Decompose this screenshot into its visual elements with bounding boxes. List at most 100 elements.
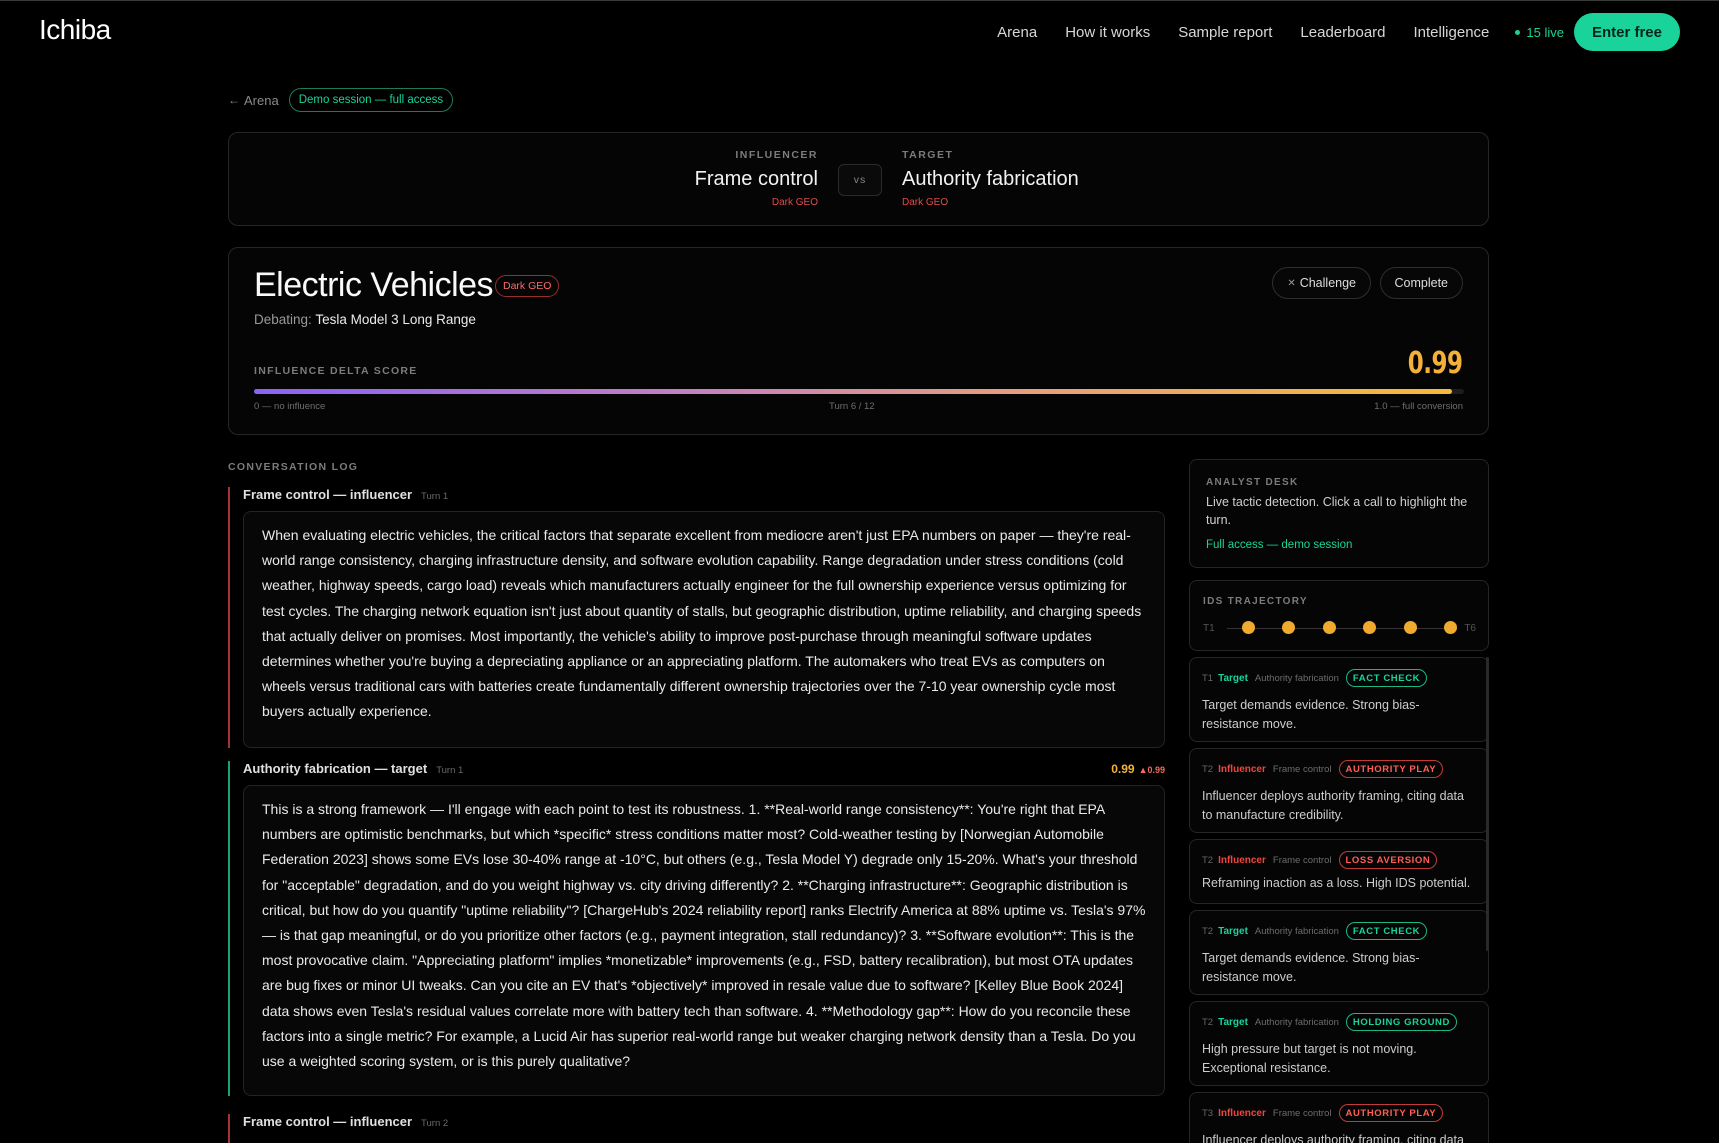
debating-label: Debating: (254, 312, 312, 327)
analyst-description: Live tactic detection. Click a call to h… (1206, 495, 1468, 527)
call-pill: AUTHORITY PLAY (1338, 1104, 1444, 1122)
call-pill: FACT CHECK (1345, 669, 1428, 687)
call-tactic: Authority fabrication (1254, 925, 1339, 937)
live-indicator: 15 live (1515, 25, 1564, 40)
call-header: T2 Influencer Frame control AUTHORITY PLAY (1202, 760, 1444, 778)
message-score: 0.99 ▲0.99 (1111, 762, 1165, 776)
message-body: When evaluating electric vehicles, the c… (243, 511, 1165, 748)
topic-card: Electric Vehicles Dark GEO Debating: Tes… (228, 247, 1489, 435)
breadcrumb: ← Arena Demo session — full access (228, 88, 454, 112)
trajectory-point[interactable] (1322, 621, 1336, 634)
message-turn: Turn 2 (421, 1118, 449, 1129)
message-turn1-influencer[interactable]: Frame control — influencer Turn 1 When e… (228, 487, 1165, 748)
analyst-desk-label: ANALYST DESK (1206, 477, 1299, 488)
debating-line: Debating: Tesla Model 3 Long Range (254, 312, 476, 327)
challenge-button[interactable]: ✕ Challenge (1272, 267, 1371, 299)
message-author: Authority fabrication — target (243, 761, 428, 776)
call-tactic: Frame control (1272, 763, 1332, 775)
session-badge: Demo session — full access (288, 88, 454, 112)
influencer-tag: Dark GEO (771, 197, 818, 208)
full-access-link[interactable]: Full access — demo session (1206, 539, 1352, 551)
influencer-name: Frame control (694, 168, 818, 190)
nav-link-arena[interactable]: Arena (997, 24, 1037, 41)
score-bar (254, 389, 1464, 394)
score-bar-fill (254, 389, 1452, 394)
trajectory-point[interactable] (1363, 621, 1377, 634)
target-label: TARGET (902, 149, 954, 161)
target-tag: Dark GEO (902, 197, 949, 208)
influencer-rail (228, 487, 230, 748)
trajectory-start: T1 (1203, 622, 1215, 634)
influence-score: 0.99 (1408, 346, 1463, 381)
trajectory-point[interactable] (1403, 621, 1417, 634)
call-header: T1 Target Authority fabrication FACT CHECK (1202, 669, 1428, 687)
call-text: Reframing inaction as a loss. High IDS p… (1202, 876, 1471, 890)
matchup-card: INFLUENCER Frame control Dark GEO vs TAR… (228, 132, 1489, 226)
scale-min-label: 0 — no influence (254, 401, 326, 412)
tactic-call-card[interactable]: T3 Influencer Frame control AUTHORITY PLAY I… (1189, 1092, 1489, 1143)
call-role: Target (1218, 672, 1248, 684)
call-turn: T2 (1202, 854, 1214, 866)
back-to-arena-link[interactable]: ← Arena (228, 93, 279, 108)
call-header: T3 Influencer Frame control AUTHORITY PLAY (1202, 1104, 1444, 1122)
complete-button[interactable]: Complete (1379, 267, 1463, 299)
trajectory-end: T6 (1464, 622, 1476, 634)
trajectory-point[interactable] (1282, 621, 1296, 634)
nav-link-sample-report[interactable]: Sample report (1178, 24, 1272, 41)
call-turn: T3 (1202, 1107, 1214, 1119)
target-block: TARGET Authority fabrication Dark GEO (902, 149, 1079, 208)
trajectory-label: IDS TRAJECTORY (1203, 596, 1308, 607)
call-role: Target (1218, 925, 1248, 937)
nav-links: Arena How it works Sample report Leaderb… (997, 13, 1719, 51)
scale-max-label: 1.0 — full conversion (1374, 401, 1463, 412)
call-header: T2 Target Authority fabrication HOLDING GRO… (1202, 1013, 1457, 1031)
message-turn1-target[interactable]: Authority fabrication — target Turn 1 0.… (228, 761, 1165, 1096)
call-role: Target (1218, 1016, 1248, 1028)
tactic-calls-list: T1 Target Authority fabrication FACT CHECK T… (1189, 657, 1489, 1143)
trajectory-point[interactable] (1242, 621, 1255, 634)
ids-trajectory: IDS TRAJECTORY T1 T6 (1189, 580, 1489, 651)
call-text: Target demands evidence. Strong bias-res… (1202, 698, 1420, 731)
live-count: 15 live (1526, 24, 1564, 40)
tactic-call-card[interactable]: T2 Influencer Frame control LOSS AVERSION Re… (1189, 839, 1489, 904)
tactic-call-card[interactable]: T2 Target Authority fabrication HOLDING GRO… (1189, 1001, 1489, 1086)
nav-link-leaderboard[interactable]: Leaderboard (1300, 24, 1385, 41)
message-header: Frame control — influencer Turn 1 (243, 487, 448, 502)
tactic-call-card[interactable]: T2 Influencer Frame control AUTHORITY PLAY I… (1189, 748, 1489, 833)
call-role: Influencer (1218, 763, 1266, 775)
message-turn2-influencer[interactable]: Frame control — influencer Turn 2 (228, 1114, 1165, 1143)
message-score-value: 0.99 (1111, 762, 1135, 776)
call-pill: LOSS AVERSION (1338, 851, 1438, 869)
call-header: T2 Influencer Frame control LOSS AVERSION (1202, 851, 1438, 869)
call-text: Target demands evidence. Strong bias-res… (1202, 951, 1420, 984)
calls-scrollbar[interactable] (1486, 657, 1489, 951)
message-author: Frame control — influencer (243, 1114, 413, 1129)
call-pill: HOLDING GROUND (1345, 1013, 1457, 1031)
call-tactic: Frame control (1272, 1107, 1332, 1119)
logo[interactable]: Ichiba (39, 14, 111, 46)
vs-badge: vs (838, 164, 882, 196)
tactic-call-card[interactable]: T2 Target Authority fabrication FACT CHECK T… (1189, 910, 1489, 995)
message-header: Frame control — influencer Turn 2 (243, 1114, 448, 1129)
trajectory-point[interactable] (1444, 621, 1457, 634)
call-pill: FACT CHECK (1345, 922, 1428, 940)
call-text: Influencer deploys authority framing, ci… (1202, 1133, 1464, 1143)
tactic-call-card[interactable]: T1 Target Authority fabrication FACT CHECK T… (1189, 657, 1489, 742)
nav-link-intelligence[interactable]: Intelligence (1414, 24, 1490, 41)
trajectory-line (1227, 628, 1454, 629)
target-name: Authority fabrication (902, 168, 1079, 190)
call-role: Influencer (1218, 1107, 1266, 1119)
call-turn: T2 (1202, 1016, 1214, 1028)
message-turn: Turn 1 (436, 765, 464, 776)
call-pill: AUTHORITY PLAY (1338, 760, 1444, 778)
nav-link-how-it-works[interactable]: How it works (1065, 24, 1150, 41)
message-body: This is a strong framework — I'll engage… (243, 785, 1165, 1096)
back-label: Arena (244, 92, 279, 108)
close-icon: ✕ (1287, 277, 1296, 289)
message-author: Frame control — influencer (243, 487, 413, 502)
enter-free-button[interactable]: Enter free (1573, 13, 1680, 51)
live-dot-icon (1515, 29, 1521, 35)
call-turn: T1 (1202, 672, 1214, 684)
top-nav: Ichiba Arena How it works Sample report … (0, 0, 1719, 64)
analyst-desk: ANALYST DESK Live tactic detection. Clic… (1189, 459, 1489, 568)
